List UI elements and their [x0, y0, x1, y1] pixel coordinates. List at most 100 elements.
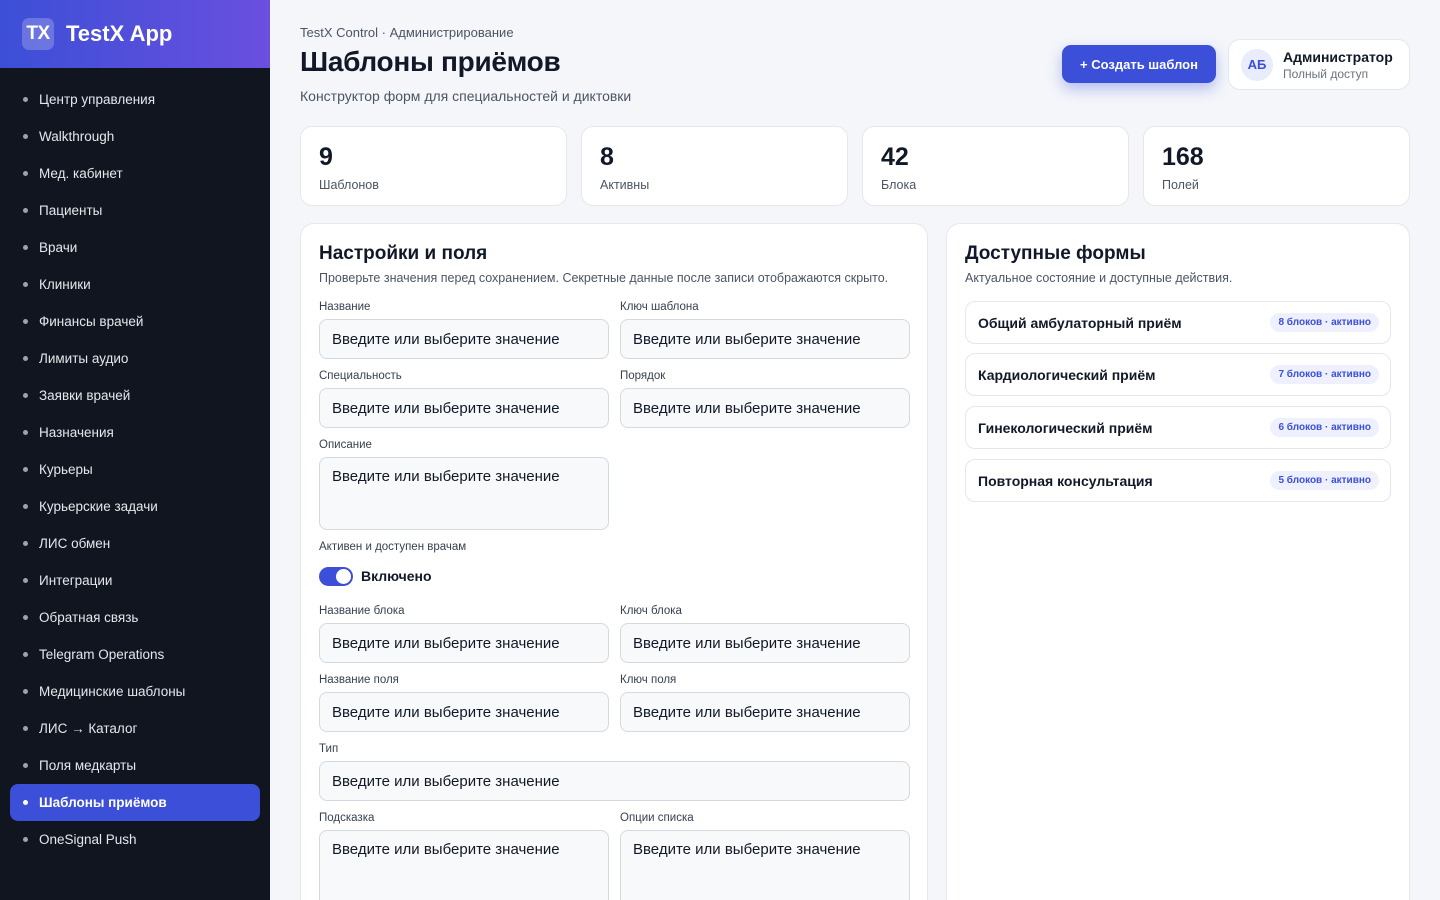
settings-description: Проверьте значения перед сохранением. Се… — [319, 271, 889, 285]
block-key-input[interactable]: Введите или выберите значение — [620, 623, 910, 663]
field-name-label: Название поля — [319, 674, 399, 686]
user-role: Полный доступ — [1283, 66, 1369, 81]
sidebar-item-label: ЛИС → Каталог — [39, 721, 138, 736]
sidebar-item-walkthrough[interactable]: Walkthrough — [0, 118, 260, 155]
active-label: Активен и доступен врачам — [319, 541, 467, 553]
stat-card-templates: 9 Шаблонов — [300, 126, 567, 206]
sidebar-item-doctor-requests[interactable]: Заявки врачей — [0, 377, 260, 414]
page-subtitle: Конструктор форм для специальностей и ди… — [300, 88, 632, 104]
bullet-icon — [23, 430, 28, 435]
form-item[interactable]: Повторная консультация 5 блоков · активн… — [965, 459, 1391, 502]
type-select[interactable]: Введите или выберите значение — [319, 761, 910, 801]
sidebar-item-record-fields[interactable]: Поля медкарты — [0, 747, 260, 784]
order-input[interactable]: Введите или выберите значение — [620, 388, 910, 428]
stat-label: Блока — [881, 178, 917, 192]
field-name-input[interactable]: Введите или выберите значение — [319, 692, 609, 732]
bullet-icon — [23, 615, 28, 620]
sidebar-item-feedback[interactable]: Обратная связь — [0, 599, 260, 636]
bullet-icon — [23, 97, 28, 102]
sidebar-item-doctor-finance[interactable]: Финансы врачей — [0, 303, 260, 340]
brand-header[interactable]: TX TestX App — [0, 0, 270, 68]
create-template-button[interactable]: + Создать шаблон — [1062, 45, 1216, 83]
user-menu[interactable]: АБ Администратор Полный доступ — [1228, 39, 1410, 90]
field-key-input[interactable]: Введите или выберите значение — [620, 692, 910, 732]
active-toggle[interactable] — [319, 567, 353, 586]
sidebar-item-lis-exchange[interactable]: ЛИС обмен — [0, 525, 260, 562]
form-name: Общий амбулаторный приём — [978, 314, 1182, 331]
form-item[interactable]: Кардиологический приём 7 блоков · активн… — [965, 353, 1391, 396]
form-name: Гинекологический приём — [978, 419, 1153, 436]
stat-card-active: 8 Активны — [581, 126, 848, 206]
bullet-icon — [23, 282, 28, 287]
forms-description: Актуальное состояние и доступные действи… — [965, 271, 1233, 285]
hint-label: Подсказка — [319, 812, 375, 824]
block-key-label: Ключ блока — [620, 605, 682, 617]
sidebar-item-control-center[interactable]: Центр управления — [0, 81, 260, 118]
sidebar-item-lis-catalog[interactable]: ЛИС → Каталог — [0, 710, 260, 747]
bullet-icon — [23, 171, 28, 176]
bullet-icon — [23, 800, 28, 805]
sidebar-item-courier-tasks[interactable]: Курьерские задачи — [0, 488, 260, 525]
stat-label: Полей — [1162, 178, 1199, 192]
hint-textarea[interactable]: Введите или выберите значение — [319, 830, 609, 900]
name-label: Название — [319, 301, 371, 313]
sidebar-item-label: Врачи — [39, 240, 78, 255]
bullet-icon — [23, 689, 28, 694]
form-name: Кардиологический приём — [978, 366, 1156, 383]
sidebar-item-doctors[interactable]: Врачи — [0, 229, 260, 266]
name-input[interactable]: Введите или выберите значение — [319, 319, 609, 359]
specialty-input[interactable]: Введите или выберите значение — [319, 388, 609, 428]
bullet-icon — [23, 726, 28, 731]
sidebar-item-audio-limits[interactable]: Лимиты аудио — [0, 340, 260, 377]
bullet-icon — [23, 319, 28, 324]
sidebar-item-label: Курьеры — [39, 462, 93, 477]
sidebar-item-telegram[interactable]: Telegram Operations — [0, 636, 260, 673]
sidebar-item-clinics[interactable]: Клиники — [0, 266, 260, 303]
sidebar-item-label: Лимиты аудио — [39, 351, 129, 366]
page-title: Шаблоны приёмов — [300, 46, 561, 77]
description-label: Описание — [319, 439, 372, 451]
sidebar-item-appointments[interactable]: Назначения — [0, 414, 260, 451]
sidebar-item-label: Шаблоны приёмов — [39, 795, 167, 810]
sidebar-item-label: Финансы врачей — [39, 314, 144, 329]
sidebar-item-label: Telegram Operations — [39, 647, 165, 662]
form-item[interactable]: Общий амбулаторный приём 8 блоков · акти… — [965, 301, 1391, 344]
form-item[interactable]: Гинекологический приём 6 блоков · активн… — [965, 406, 1391, 449]
sidebar-item-appointment-templates[interactable]: Шаблоны приёмов — [10, 784, 260, 821]
user-info: Администратор Полный доступ — [1283, 49, 1393, 81]
status-badge: 5 блоков · активно — [1270, 471, 1379, 490]
sidebar-item-onesignal[interactable]: OneSignal Push — [0, 821, 260, 858]
status-badge: 6 блоков · активно — [1270, 418, 1379, 437]
list-options-textarea[interactable]: Введите или выберите значение — [620, 830, 910, 900]
sidebar-item-label: ЛИС обмен — [39, 536, 111, 551]
breadcrumb: TestX Control · Администрирование — [300, 25, 514, 40]
description-textarea[interactable]: Введите или выберите значение — [319, 457, 609, 530]
sidebar-item-med-office[interactable]: Мед. кабинет — [0, 155, 260, 192]
stat-label: Активны — [600, 178, 650, 192]
list-options-label: Опции списка — [620, 812, 694, 824]
stat-value: 8 — [600, 143, 614, 171]
bullet-icon — [23, 837, 28, 842]
sidebar-item-label: OneSignal Push — [39, 832, 137, 847]
bullet-icon — [23, 393, 28, 398]
field-key-label: Ключ поля — [620, 674, 677, 686]
sidebar-item-integrations[interactable]: Интеграции — [0, 562, 260, 599]
sidebar-item-couriers[interactable]: Курьеры — [0, 451, 260, 488]
sidebar-item-medical-templates[interactable]: Медицинские шаблоны — [0, 673, 260, 710]
template-key-input[interactable]: Введите или выберите значение — [620, 319, 910, 359]
settings-panel: Настройки и поля Проверьте значения пере… — [300, 223, 928, 900]
bullet-icon — [23, 578, 28, 583]
stat-label: Шаблонов — [319, 178, 379, 192]
sidebar-item-patients[interactable]: Пациенты — [0, 192, 260, 229]
user-name: Администратор — [1283, 48, 1393, 65]
sidebar-item-label: Мед. кабинет — [39, 166, 123, 181]
template-key-label: Ключ шаблона — [620, 301, 699, 313]
sidebar-item-label: Центр управления — [39, 92, 156, 107]
stat-card-blocks: 42 Блока — [862, 126, 1129, 206]
bullet-icon — [23, 541, 28, 546]
brand-name: TestX App — [66, 21, 173, 46]
block-name-input[interactable]: Введите или выберите значение — [319, 623, 609, 663]
stat-value: 42 — [881, 143, 909, 171]
bullet-icon — [23, 245, 28, 250]
sidebar-item-label: Клиники — [39, 277, 91, 292]
